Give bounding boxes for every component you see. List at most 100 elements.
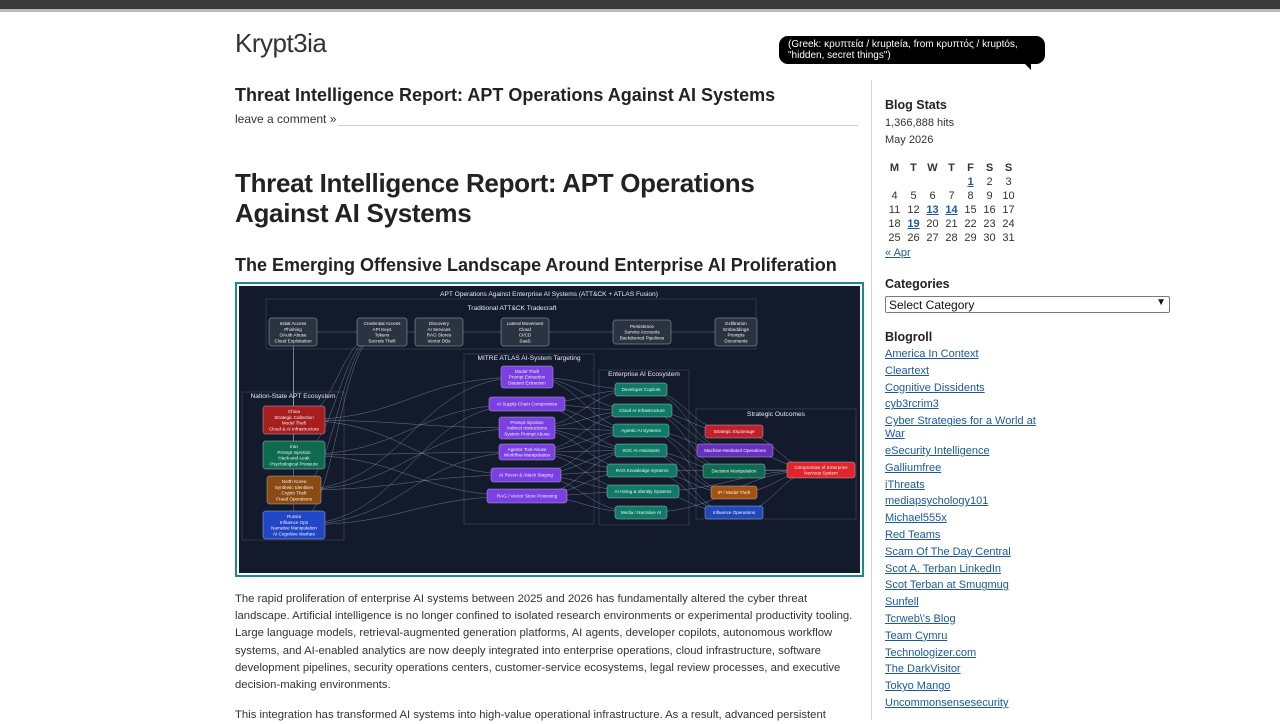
calendar-day-link[interactable]: 1 xyxy=(961,175,980,189)
apt-node-text: Model Theft xyxy=(282,421,307,426)
calendar-day: 29 xyxy=(964,232,977,244)
title-divider xyxy=(338,125,858,126)
apt-node-text: Russia xyxy=(287,514,301,519)
calendar-day: 16 xyxy=(983,204,996,216)
calendar: M T W T F S S 1 2 3 4 5 6 7 8 9 10 11 12 13 14 15 16 17 18 19 20 21… xyxy=(885,161,1018,245)
calendar-day xyxy=(942,175,961,189)
calendar-day: 11 xyxy=(888,204,901,216)
blogroll-link[interactable]: Scot Terban at Smugmug xyxy=(885,579,1045,592)
enterprise-node-text: Media / Narrative AI xyxy=(621,510,661,515)
tagline-bubble-tail xyxy=(1023,62,1031,70)
calendar-day: 26 xyxy=(907,232,920,244)
diagram-connector xyxy=(640,389,736,451)
chevron-down-icon: ▼ xyxy=(1156,297,1166,308)
attck-node-text: Cloud Exploitation xyxy=(274,338,311,343)
blogroll-link[interactable]: mediapsychology101 xyxy=(885,495,1045,508)
attck-node-text: RAG Stores xyxy=(427,333,452,338)
category-select-value: Select Category xyxy=(889,298,975,312)
apt-node-text: Synthetic Identities xyxy=(275,485,314,490)
category-select[interactable]: Select Category ▼ xyxy=(885,296,1170,313)
blogroll-link[interactable]: Scam Of The Day Central xyxy=(885,546,1045,559)
calendar-day: 3 xyxy=(1005,176,1012,188)
apt-node-text: Hack-and-Leak xyxy=(278,456,310,461)
attck-node-text: Prompts xyxy=(727,333,745,338)
calendar-day: 4 xyxy=(891,190,898,202)
apt-node-text: Cloud & AI Infrastructure xyxy=(269,426,319,431)
apt-operations-diagram[interactable]: APT Operations Against Enterprise AI Sys… xyxy=(235,282,864,577)
attck-node-text: CI/CD xyxy=(519,333,532,338)
calendar-day: 15 xyxy=(964,204,977,216)
apt-node-text: Crypto Theft xyxy=(281,491,307,496)
blogroll-link[interactable]: Tokyo Mango xyxy=(885,680,1045,693)
blogroll-link[interactable]: Galliumfree xyxy=(885,462,1045,475)
blogroll-link[interactable]: Michael555x xyxy=(885,512,1045,525)
calendar-day: 27 xyxy=(926,232,939,244)
blogroll-list: America In Context Cleartext Cognitive Dis… xyxy=(885,348,1045,714)
blogroll-link[interactable]: Red Teams xyxy=(885,529,1045,542)
blogroll-link[interactable]: iThreats xyxy=(885,479,1045,492)
calendar-day: 8 xyxy=(967,190,974,202)
calendar-day: 9 xyxy=(986,190,993,202)
blogroll-link[interactable]: Technologizer.com xyxy=(885,647,1045,660)
calendar-day: 30 xyxy=(983,232,996,244)
calendar-weekday: T xyxy=(948,162,955,174)
site-title[interactable]: Krypt3ia xyxy=(235,28,327,59)
apt-node-text: AI Cognitive Warfare xyxy=(273,531,316,536)
attck-node-text: Exfiltration xyxy=(725,321,747,326)
attck-node-text: SaaS xyxy=(519,338,530,343)
blogroll-link[interactable]: Sunfell xyxy=(885,596,1045,609)
calendar-day: 7 xyxy=(948,190,955,202)
blogroll-link[interactable]: Cleartext xyxy=(885,365,1045,378)
enterprise-node-text: Developer Copilots xyxy=(622,387,662,392)
calendar-prev-month-link[interactable]: « Apr xyxy=(885,247,911,259)
calendar-day-link[interactable]: 19 xyxy=(904,217,923,231)
blogroll-link[interactable]: Cognitive Dissidents xyxy=(885,382,1045,395)
apt-node-text: Fraud Operations xyxy=(276,496,312,501)
outcome-node-text: Compromise of Enterprise xyxy=(794,465,848,470)
attck-node-text: Embeddings xyxy=(723,327,749,332)
blogroll-link[interactable]: America In Context xyxy=(885,348,1045,361)
blogroll-link[interactable]: Uncommonsensesecurity xyxy=(885,697,1045,710)
leave-comment-link[interactable]: leave a comment » xyxy=(235,112,336,126)
attck-node-text: Initial Access xyxy=(280,321,307,326)
outcome-node-text: Strategic Espionage xyxy=(713,429,755,434)
blog-hits: 1,366,888 hits xyxy=(885,117,955,129)
outcome-node-text: Machine-Mediated Operations xyxy=(704,448,766,453)
diagram-connector xyxy=(293,403,528,456)
blogroll-link[interactable]: eSecurity Intelligence xyxy=(885,445,1045,458)
attck-node-text: Phishing xyxy=(284,327,302,332)
diagram-canvas: APT Operations Against Enterprise AI Sys… xyxy=(239,286,860,573)
blogroll-link[interactable]: Tcrweb\'s Blog xyxy=(885,613,1045,626)
diagram-connector xyxy=(293,419,528,429)
calendar-day xyxy=(904,175,923,189)
attck-node-text: Tokens xyxy=(375,333,390,338)
blogroll-link[interactable]: Cyber Strategies for a World at War xyxy=(885,415,1045,441)
attck-node-text: Vector DBs xyxy=(428,338,452,343)
apt-node-text: Iran xyxy=(290,444,298,449)
attck-node-text: Secrets Theft xyxy=(368,338,396,343)
attck-node-text: API Keys xyxy=(373,327,393,332)
apt-node-text: Strategic Collection xyxy=(274,415,314,420)
post-title[interactable]: Threat Intelligence Report: APT Operatio… xyxy=(235,85,775,106)
calendar-day xyxy=(885,175,904,189)
blogroll-link[interactable]: The DarkVisitor xyxy=(885,663,1045,676)
attck-node-text: Persistence xyxy=(630,324,654,329)
calendar-weekday: S xyxy=(985,162,994,174)
calendar-month: May 2026 xyxy=(885,134,934,146)
blogroll-link[interactable]: Team Cymru xyxy=(885,630,1045,643)
blogroll-link[interactable]: Scot A. Terban LinkedIn xyxy=(885,563,1045,576)
calendar-day: 31 xyxy=(1002,232,1015,244)
atlas-node-text: Workflow Manipulation xyxy=(504,453,551,458)
calendar-day xyxy=(923,175,942,189)
calendar-day: 12 xyxy=(907,204,920,216)
calendar-day: 21 xyxy=(945,218,958,230)
calendar-day-link[interactable]: 13 xyxy=(923,203,942,217)
outcome-node-text: Influence Operations xyxy=(713,510,756,515)
blogroll-link[interactable]: cyb3rcrim3 xyxy=(885,398,1045,411)
attck-node-text: Credential Access xyxy=(364,321,401,326)
apt-node-text: China xyxy=(288,409,300,414)
calendar-day-link[interactable]: 14 xyxy=(942,203,961,217)
tagline-bubble: (Greek: κρυπτεία / krupteía, from κρυπτό… xyxy=(779,36,1045,64)
calendar-day: 2 xyxy=(986,176,993,188)
calendar-day: 28 xyxy=(945,232,958,244)
